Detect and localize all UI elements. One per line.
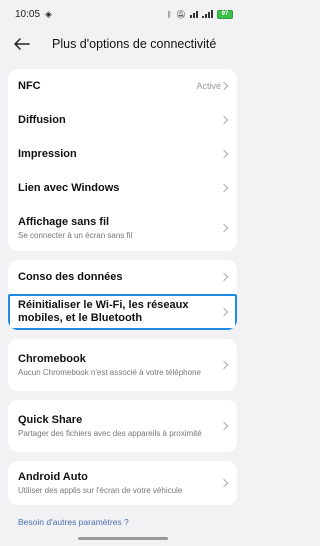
android-auto-subtitle: Utiliser des applis sur l'écran de votre… xyxy=(18,485,183,495)
chromebook-label: Chromebook xyxy=(18,352,86,365)
mute-icon: 🔕︎ xyxy=(175,9,186,19)
status-bar: 10:05 ◈ ᛒ 🔕︎ 97 xyxy=(0,0,245,28)
android-auto-card: Android Auto Utiliser des applis sur l'é… xyxy=(8,461,237,505)
home-indicator[interactable] xyxy=(77,537,168,540)
connectivity-card: NFC Activé Diffusion Impression Lien ave… xyxy=(8,69,237,251)
back-button[interactable] xyxy=(14,32,38,56)
chevron-right-icon xyxy=(219,81,229,91)
impression-item[interactable]: Impression xyxy=(8,137,237,171)
more-settings-link[interactable]: Besoin d'autres paramètres ? xyxy=(8,505,237,527)
data-usage-item[interactable]: Conso des données xyxy=(8,260,237,294)
app-notification-icon: ◈ xyxy=(45,8,52,19)
back-arrow-icon xyxy=(14,38,30,50)
reset-network-item[interactable]: Réinitialiser le Wi-Fi, les réseaux mobi… xyxy=(8,294,237,330)
chromebook-subtitle: Aucun Chromebook n'est associé à votre t… xyxy=(18,367,201,377)
reset-network-label: Réinitialiser le Wi-Fi, les réseaux mobi… xyxy=(18,299,189,324)
status-time: 10:05 xyxy=(15,8,41,20)
cellular-signal-icon xyxy=(202,10,213,18)
diffusion-item[interactable]: Diffusion xyxy=(8,103,237,137)
data-reset-card: Conso des données Réinitialiser le Wi-Fi… xyxy=(8,260,237,330)
battery-icon: 97 xyxy=(217,9,233,19)
bluetooth-icon: ᛒ xyxy=(167,9,172,19)
impression-label: Impression xyxy=(18,147,77,160)
android-auto-item[interactable]: Android Auto Utiliser des applis sur l'é… xyxy=(8,461,237,505)
nfc-item[interactable]: NFC Activé xyxy=(8,69,237,103)
nfc-label: NFC xyxy=(18,79,41,92)
wifi-signal-icon xyxy=(190,10,198,18)
quick-share-label: Quick Share xyxy=(18,413,83,426)
page-title: Plus d'options de connectivité xyxy=(52,37,217,51)
wireless-display-item[interactable]: Affichage sans fil Se connecter à un écr… xyxy=(8,205,237,251)
quick-share-subtitle: Partager des fichiers avec des appareils… xyxy=(18,428,202,438)
nfc-status: Activé xyxy=(196,81,221,91)
android-auto-label: Android Auto xyxy=(18,470,88,483)
data-usage-label: Conso des données xyxy=(18,270,123,283)
quick-share-item[interactable]: Quick Share Partager des fichiers avec d… xyxy=(8,400,237,452)
wireless-display-subtitle: Se connecter à un écran sans fil xyxy=(18,230,133,240)
chromebook-item[interactable]: Chromebook Aucun Chromebook n'est associ… xyxy=(8,339,237,391)
diffusion-label: Diffusion xyxy=(18,113,66,126)
wireless-display-label: Affichage sans fil xyxy=(18,215,110,228)
chromebook-card: Chromebook Aucun Chromebook n'est associ… xyxy=(8,339,237,391)
app-bar: Plus d'options de connectivité xyxy=(0,28,245,60)
windows-link-label: Lien avec Windows xyxy=(18,181,120,194)
windows-link-item[interactable]: Lien avec Windows xyxy=(8,171,237,205)
quick-share-card: Quick Share Partager des fichiers avec d… xyxy=(8,400,237,452)
